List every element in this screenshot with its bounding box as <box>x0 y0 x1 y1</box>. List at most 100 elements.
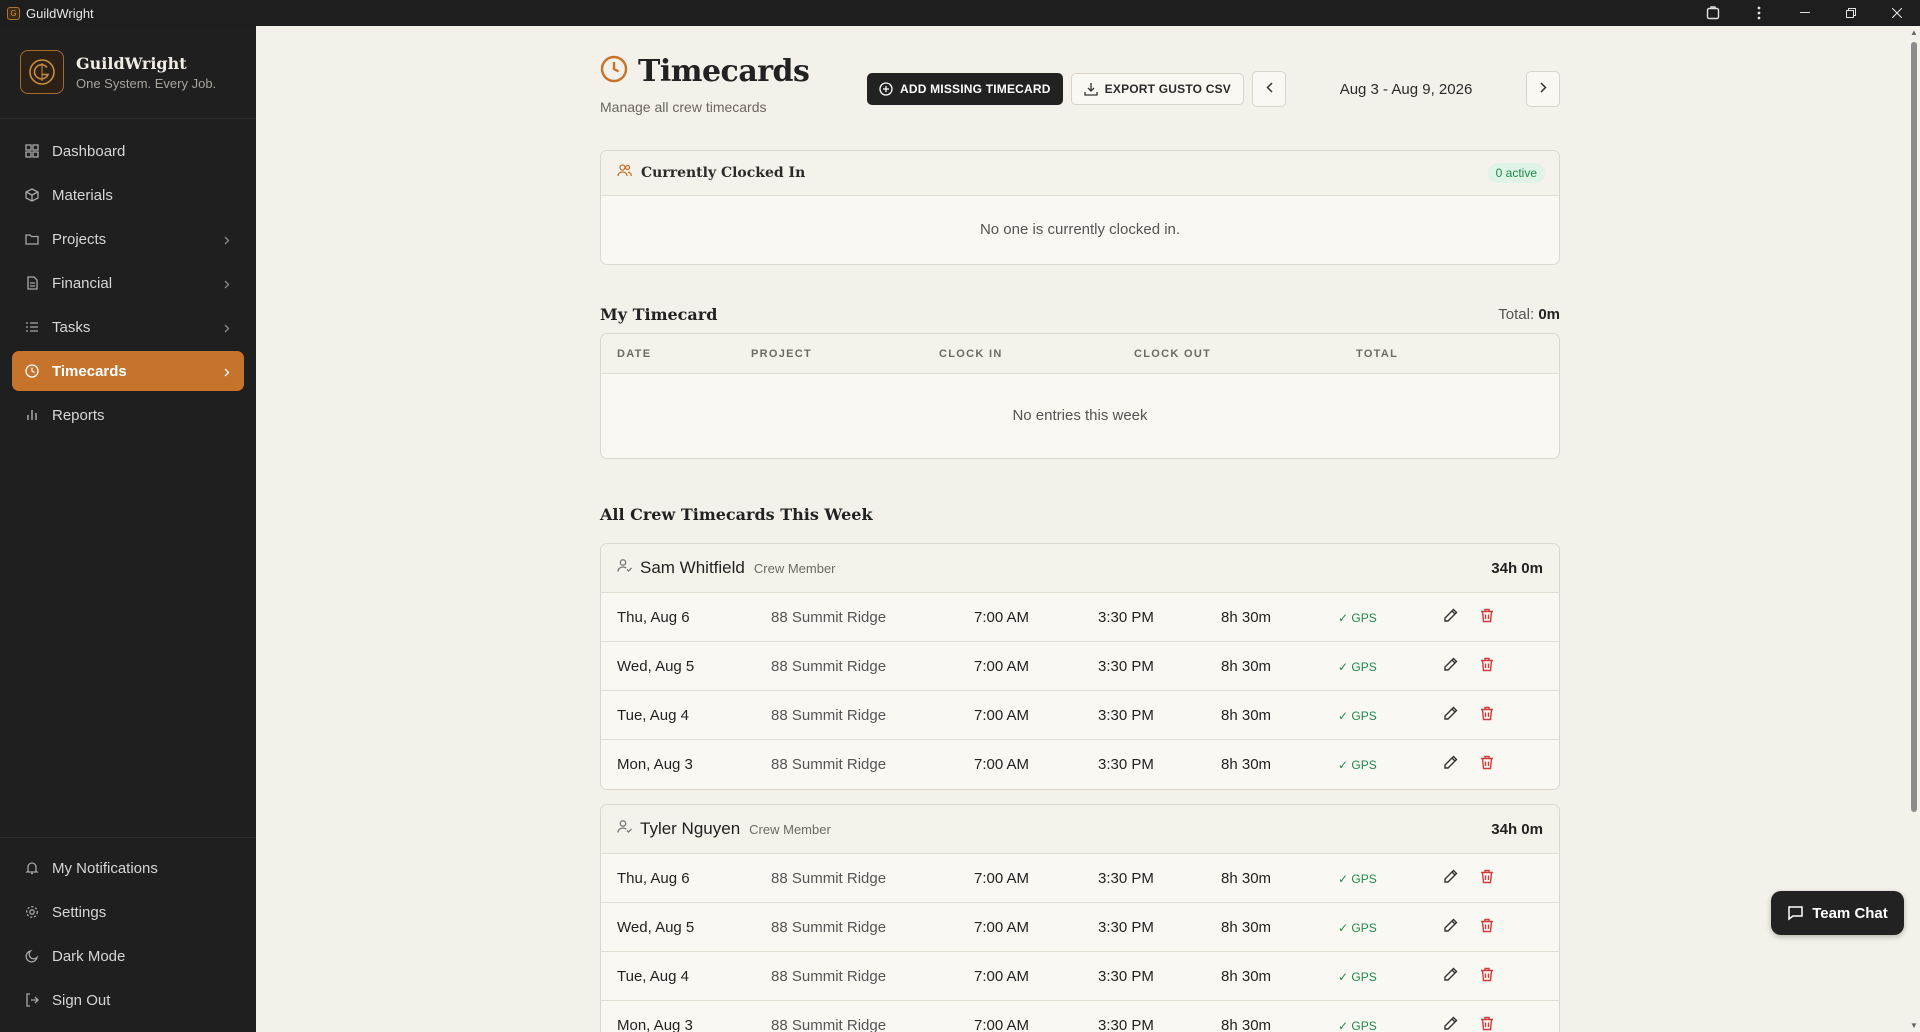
entry-clock-out: 3:30 PM <box>1098 968 1154 985</box>
window-title: GuildWright <box>26 5 94 21</box>
delete-trash-icon[interactable] <box>1480 657 1494 676</box>
scrollbar-thumb[interactable] <box>1911 42 1917 812</box>
entry-total: 8h 30m <box>1221 658 1272 675</box>
entry-date: Wed, Aug 5 <box>617 919 695 936</box>
list-icon <box>24 319 40 335</box>
table-header: DATE PROJECT CLOCK IN CLOCK OUT TOTAL <box>601 334 1559 374</box>
delete-trash-icon[interactable] <box>1480 967 1494 986</box>
chevron-left-icon <box>1265 80 1273 98</box>
app-logo-icon: G <box>7 6 20 20</box>
all-crew-title: All Crew Timecards This Week <box>600 505 873 524</box>
nav-item-timecards[interactable]: Timecards <box>12 351 244 391</box>
more-menu-icon[interactable] <box>1736 0 1782 26</box>
chevron-right-icon <box>1539 80 1547 98</box>
entry-date: Tue, Aug 4 <box>617 968 689 985</box>
gps-verified-badge: ✓ GPS <box>1338 970 1377 984</box>
edit-pencil-icon[interactable] <box>1443 657 1458 676</box>
nav-item-label: Dark Mode <box>52 947 126 965</box>
nav-item-dashboard[interactable]: Dashboard <box>12 131 244 171</box>
currently-clocked-in-card: Currently Clocked In 0 active No one is … <box>600 150 1560 265</box>
brand[interactable]: GuildWright One System. Every Job. <box>0 26 256 119</box>
delete-trash-icon[interactable] <box>1480 608 1494 627</box>
delete-trash-icon[interactable] <box>1480 869 1494 888</box>
nav-item-label: Projects <box>52 230 107 248</box>
nav-item-label: Timecards <box>52 362 127 380</box>
page-header: Timecards Manage all crew timecards ADD … <box>600 26 1560 126</box>
box-icon <box>24 187 40 203</box>
entry-date: Mon, Aug 3 <box>617 756 693 773</box>
minimize-icon[interactable] <box>1782 0 1828 26</box>
nav-item-settings[interactable]: Settings <box>12 892 244 932</box>
entry-date: Mon, Aug 3 <box>617 1017 693 1032</box>
entry-clock-in: 7:00 AM <box>974 756 1030 773</box>
page-title: Timecards <box>638 54 810 89</box>
edit-pencil-icon[interactable] <box>1443 1016 1458 1032</box>
gear-icon <box>24 904 40 920</box>
chevron-right-icon <box>224 232 230 249</box>
edit-pencil-icon[interactable] <box>1443 918 1458 937</box>
column-header-total: TOTAL <box>1356 348 1399 360</box>
edit-pencil-icon[interactable] <box>1443 869 1458 888</box>
crew-member-name: Sam Whitfield <box>640 558 745 577</box>
scroll-up-arrow-icon[interactable]: ▲ <box>1910 28 1918 37</box>
scroll-down-arrow-icon[interactable]: ▼ <box>1910 1021 1918 1030</box>
user-icon <box>617 819 632 839</box>
extensions-icon[interactable] <box>1690 0 1736 26</box>
nav-item-label: Materials <box>52 186 113 204</box>
nav-item-label: Reports <box>52 406 105 424</box>
gps-verified-badge: ✓ GPS <box>1338 921 1377 935</box>
export-gusto-csv-button[interactable]: EXPORT GUSTO CSV <box>1070 73 1244 105</box>
delete-trash-icon[interactable] <box>1480 1016 1494 1032</box>
restore-icon[interactable] <box>1828 0 1874 26</box>
clocked-in-empty-message: No one is currently clocked in. <box>979 221 1181 238</box>
edit-pencil-icon[interactable] <box>1443 755 1458 774</box>
plus-circle-icon <box>879 82 893 96</box>
entry-clock-out: 3:30 PM <box>1098 756 1154 773</box>
close-icon[interactable] <box>1874 0 1920 26</box>
entry-clock-in: 7:00 AM <box>974 968 1030 985</box>
delete-trash-icon[interactable] <box>1480 755 1494 774</box>
nav-item-materials[interactable]: Materials <box>12 175 244 215</box>
nav-item-tasks[interactable]: Tasks <box>12 307 244 347</box>
entry-clock-in: 7:00 AM <box>974 870 1030 887</box>
crew-member-role: Crew Member <box>749 821 831 837</box>
nav-item-reports[interactable]: Reports <box>12 395 244 435</box>
nav-item-notifications[interactable]: My Notifications <box>12 848 244 888</box>
column-header-date: DATE <box>617 348 652 360</box>
delete-trash-icon[interactable] <box>1480 918 1494 937</box>
team-chat-button[interactable]: Team Chat <box>1771 891 1904 935</box>
nav-item-label: Tasks <box>52 318 91 336</box>
my-timecard-total: Total: 0m <box>1498 306 1560 323</box>
entry-project: 88 Summit Ridge <box>771 658 887 675</box>
entry-total: 8h 30m <box>1221 870 1272 887</box>
crew-card-header: Tyler Nguyen Crew Member 34h 0m <box>601 805 1559 854</box>
nav-item-label: My Notifications <box>52 859 158 877</box>
active-count-badge: 0 active <box>1487 163 1545 183</box>
delete-trash-icon[interactable] <box>1480 706 1494 725</box>
crew-card: Tyler Nguyen Crew Member 34h 0m Thu, Aug 6 8… <box>600 804 1560 1032</box>
edit-pencil-icon[interactable] <box>1443 608 1458 627</box>
team-chat-label: Team Chat <box>1812 904 1888 922</box>
add-missing-timecard-button[interactable]: ADD MISSING TIMECARD <box>866 73 1063 105</box>
previous-week-button[interactable] <box>1252 71 1286 107</box>
folder-icon <box>24 231 40 247</box>
add-missing-timecard-label: ADD MISSING TIMECARD <box>899 82 1051 96</box>
crew-member-total: 34h 0m <box>1491 821 1543 838</box>
nav-item-projects[interactable]: Projects <box>12 219 244 259</box>
entry-date: Wed, Aug 5 <box>617 658 695 675</box>
clock-icon <box>24 363 40 379</box>
sign-out-icon <box>24 992 40 1008</box>
page-scrollbar[interactable]: ▲ ▼ <box>1908 26 1920 1032</box>
nav-item-dark-mode[interactable]: Dark Mode <box>12 936 244 976</box>
entry-clock-out: 3:30 PM <box>1098 609 1154 626</box>
edit-pencil-icon[interactable] <box>1443 706 1458 725</box>
crew-member-role: Crew Member <box>753 560 836 576</box>
next-week-button[interactable] <box>1526 71 1560 107</box>
main-nav: Dashboard Materials Projects Financial T… <box>0 119 256 435</box>
nav-item-label: Settings <box>52 903 107 921</box>
nav-item-sign-out[interactable]: Sign Out <box>12 980 244 1020</box>
entry-date: Thu, Aug 6 <box>617 609 690 626</box>
gps-verified-badge: ✓ GPS <box>1338 1019 1377 1032</box>
edit-pencil-icon[interactable] <box>1443 967 1458 986</box>
nav-item-financial[interactable]: Financial <box>12 263 244 303</box>
